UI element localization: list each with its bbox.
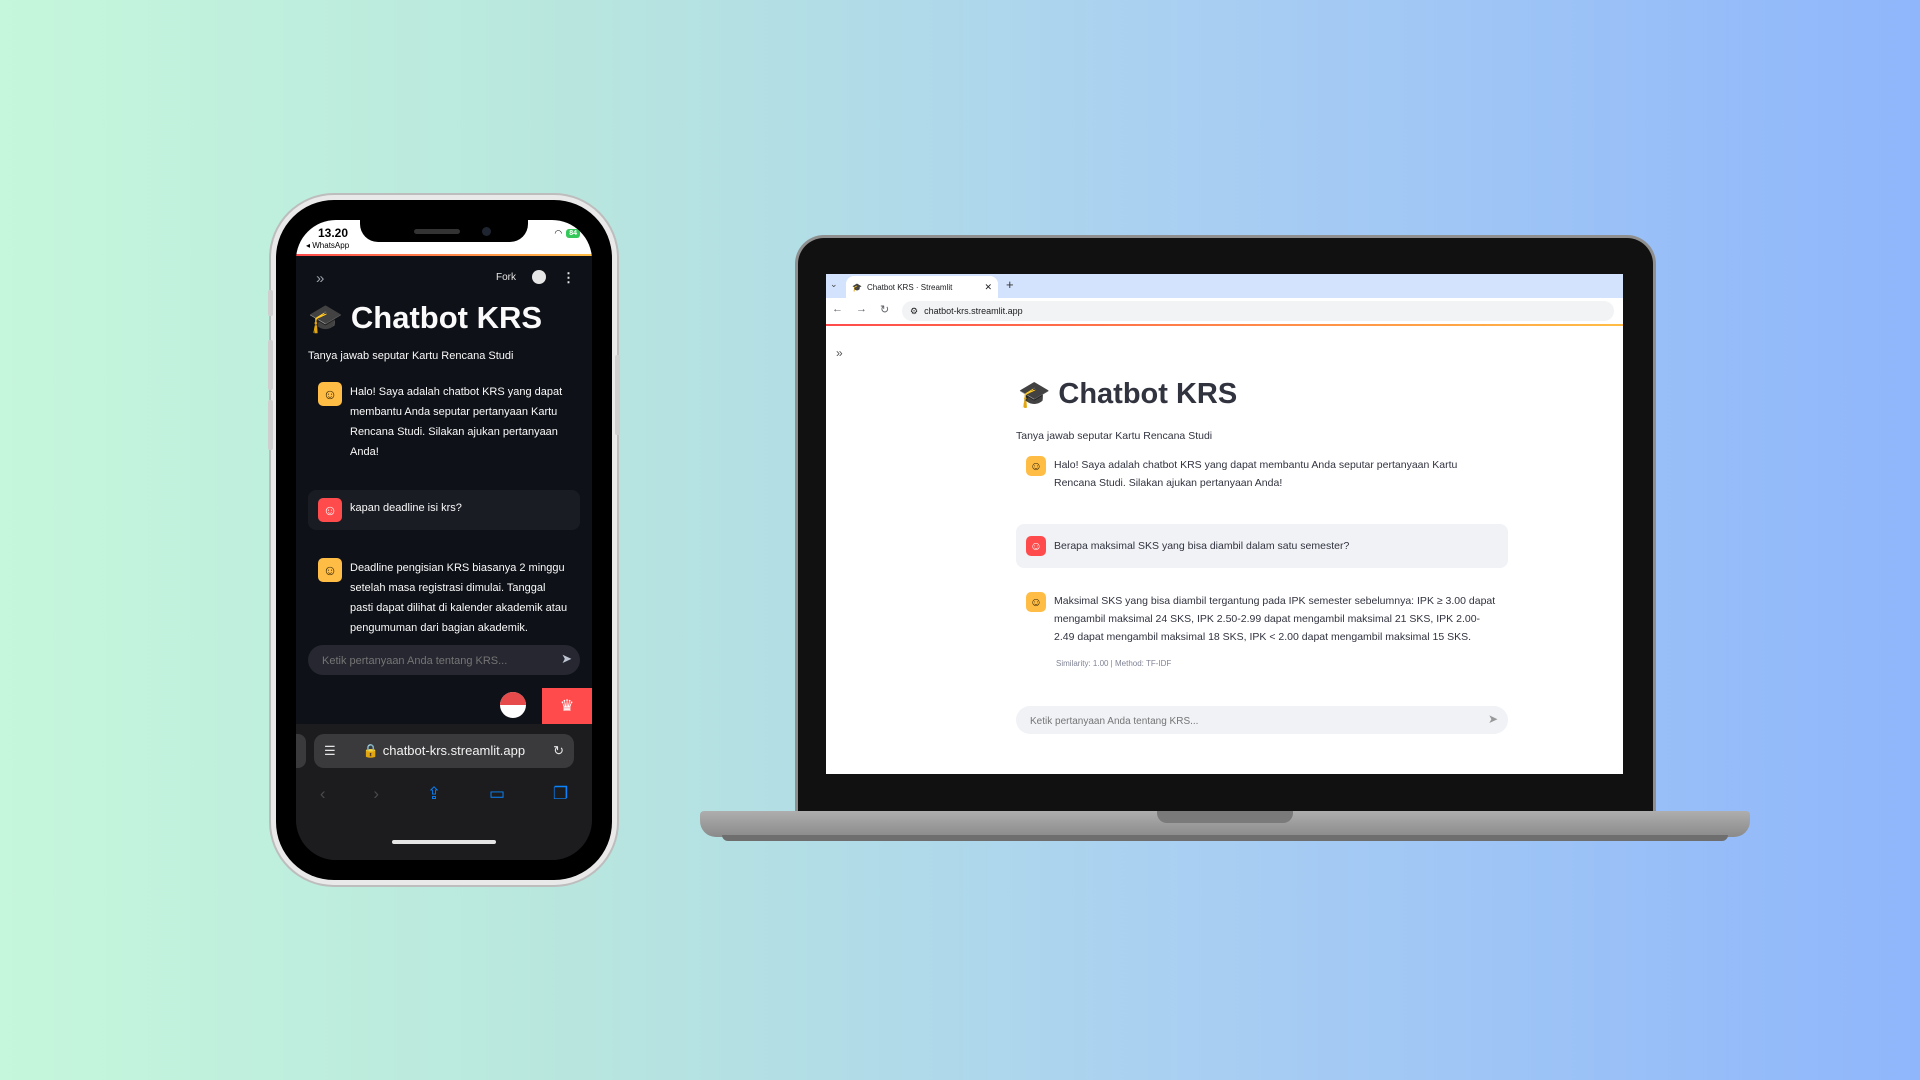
page-title-text: Chatbot KRS — [350, 300, 543, 335]
phone-power-button — [615, 355, 620, 435]
phone-device: 13.20 ◂ WhatsApp ◠ 84 » Fork ⋮ 🎓 Chatbot… — [268, 200, 620, 880]
similarity-caption: Similarity: 1.00 | Method: TF-IDF — [1056, 659, 1172, 668]
user-profile-avatar[interactable] — [500, 692, 526, 718]
sidebar-toggle-icon[interactable]: » — [316, 270, 324, 287]
bot-avatar-icon: ☺ — [318, 558, 342, 582]
safari-url-text: chatbot-krs.streamlit.app — [382, 743, 526, 758]
message-text: Deadline pengisian KRS biasanya 2 minggu… — [350, 562, 568, 634]
share-icon[interactable]: ⇪ — [427, 784, 441, 804]
chat-message-assistant: ☺ Halo! Saya adalah chatbot KRS yang dap… — [308, 374, 580, 470]
chat-message-user: ☺ Berapa maksimal SKS yang bisa diambil … — [1016, 524, 1508, 568]
tab-favicon-icon: 🎓 — [852, 282, 862, 292]
back-to-app-link[interactable]: ◂ WhatsApp — [306, 241, 349, 250]
reload-icon[interactable]: ↻ — [553, 743, 564, 759]
wifi-icon: ◠ — [554, 228, 563, 238]
laptop-lid: ⌄ 🎓 Chatbot KRS · Streamlit ✕ + ← → ↻ ⚙ … — [798, 238, 1653, 813]
tab-close-icon[interactable]: ✕ — [984, 282, 992, 293]
previous-tab-edge[interactable] — [296, 734, 306, 768]
chat-input-container: ➤ — [308, 645, 580, 677]
page-title-text: Chatbot KRS — [1058, 378, 1238, 410]
phone-volume-up — [268, 340, 273, 390]
laptop-screen: ⌄ 🎓 Chatbot KRS · Streamlit ✕ + ← → ↻ ⚙ … — [826, 274, 1623, 774]
status-time: 13.20 — [318, 226, 349, 240]
user-avatar-icon: ☺ — [1026, 536, 1046, 556]
back-arrow-icon[interactable]: ‹ — [320, 784, 326, 804]
streamlit-crown-icon[interactable]: ♛ — [542, 688, 592, 724]
site-info-icon[interactable]: ⚙ — [910, 306, 918, 317]
bot-avatar-icon: ☺ — [1026, 592, 1046, 612]
safari-bottom-bar: ☰ 🔒 chatbot-krs.streamlit.app ↻ ‹ › ⇪ ▭ … — [296, 724, 592, 860]
phone-screen: 13.20 ◂ WhatsApp ◠ 84 » Fork ⋮ 🎓 Chatbot… — [296, 220, 592, 860]
page-subtitle: Tanya jawab seputar Kartu Rencana Studi — [1016, 430, 1213, 442]
send-icon[interactable]: ➤ — [1488, 712, 1498, 726]
header-decoration — [826, 324, 1623, 326]
browser-tab[interactable]: 🎓 Chatbot KRS · Streamlit ✕ — [846, 276, 998, 298]
status-icons: ◠ 84 — [554, 228, 580, 239]
speaker-grille — [414, 229, 460, 234]
safari-url[interactable]: 🔒 chatbot-krs.streamlit.app — [314, 743, 574, 759]
bot-avatar-icon: ☺ — [318, 382, 342, 406]
forward-arrow-icon[interactable]: › — [373, 784, 379, 804]
message-text: kapan deadline isi krs? — [350, 502, 462, 514]
reload-icon[interactable]: ↻ — [880, 303, 889, 316]
chat-message-assistant: ☺ Halo! Saya adalah chatbot KRS yang dap… — [1016, 448, 1508, 500]
status-bar: 13.20 ◂ WhatsApp ◠ 84 — [296, 220, 592, 254]
bookmarks-icon[interactable]: ▭ — [489, 784, 505, 804]
user-avatar-icon: ☺ — [318, 498, 342, 522]
chat-message-assistant: ☺ Maksimal SKS yang bisa diambil tergant… — [1016, 584, 1508, 654]
chat-input-container: ➤ — [1016, 706, 1508, 736]
address-bar[interactable]: ⚙ chatbot-krs.streamlit.app — [902, 301, 1614, 321]
front-camera — [482, 227, 491, 236]
phone-mute-switch — [268, 290, 273, 316]
dynamic-notch — [360, 220, 528, 242]
safari-toolbar: ‹ › ⇪ ▭ ❐ — [296, 784, 592, 804]
message-text: Maksimal SKS yang bisa diambil tergantun… — [1054, 595, 1496, 643]
chat-message-assistant: ☺ Deadline pengisian KRS biasanya 2 ming… — [308, 550, 580, 646]
forward-arrow-icon[interactable]: → — [856, 303, 867, 315]
page-subtitle: Tanya jawab seputar Kartu Rencana Studi — [308, 350, 514, 362]
sidebar-toggle-icon[interactable]: » — [836, 346, 843, 360]
page-title: 🎓 Chatbot KRS — [308, 300, 542, 336]
tab-search-dropdown-icon[interactable]: ⌄ — [830, 279, 838, 290]
address-url: chatbot-krs.streamlit.app — [924, 306, 1023, 316]
send-icon[interactable]: ➤ — [561, 651, 572, 667]
chat-input[interactable] — [1028, 706, 1472, 736]
bot-avatar-icon: ☺ — [1026, 456, 1046, 476]
header-decoration — [296, 254, 592, 256]
graduation-cap-icon: 🎓 — [308, 302, 343, 334]
message-text: Berapa maksimal SKS yang bisa diambil da… — [1054, 540, 1350, 552]
home-indicator — [392, 840, 496, 844]
more-menu-icon[interactable]: ⋮ — [562, 270, 575, 286]
message-text: Halo! Saya adalah chatbot KRS yang dapat… — [1054, 459, 1458, 489]
new-tab-icon[interactable]: + — [1006, 277, 1014, 292]
message-text: Halo! Saya adalah chatbot KRS yang dapat… — [350, 386, 563, 458]
battery-badge: 84 — [566, 229, 580, 238]
chat-message-user: ☺ kapan deadline isi krs? — [308, 490, 580, 530]
tab-title: Chatbot KRS · Streamlit — [866, 282, 953, 292]
chat-input[interactable] — [320, 645, 544, 677]
laptop-base-shadow — [722, 835, 1728, 841]
tabs-icon[interactable]: ❐ — [553, 784, 568, 804]
fork-button[interactable]: Fork — [496, 272, 516, 283]
back-arrow-icon[interactable]: ← — [832, 303, 843, 315]
page-title: 🎓 Chatbot KRS — [1018, 378, 1237, 411]
phone-volume-down — [268, 400, 273, 450]
github-icon[interactable] — [532, 270, 546, 284]
safari-address-bar[interactable]: ☰ 🔒 chatbot-krs.streamlit.app ↻ — [314, 734, 574, 768]
laptop-opening-notch — [1157, 811, 1293, 823]
browser-toolbar: ← → ↻ ⚙ chatbot-krs.streamlit.app — [826, 298, 1623, 324]
graduation-cap-icon: 🎓 — [1018, 379, 1051, 409]
browser-tab-strip: ⌄ 🎓 Chatbot KRS · Streamlit ✕ + — [826, 274, 1623, 298]
